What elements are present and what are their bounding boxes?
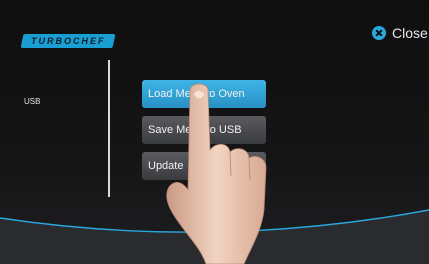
pointing-hand-image [166,83,267,264]
close-button[interactable]: Close [372,24,428,42]
vertical-divider [108,60,110,197]
close-icon [372,26,386,40]
turbochef-logo: TURBOCHEF [20,34,116,48]
screen: TURBOCHEF Close USB Load Menu to Oven Sa… [0,0,429,264]
close-label: Close [392,25,428,41]
logo-text: TURBOCHEF [30,36,106,46]
sidebar-item-usb[interactable]: USB [24,97,40,106]
